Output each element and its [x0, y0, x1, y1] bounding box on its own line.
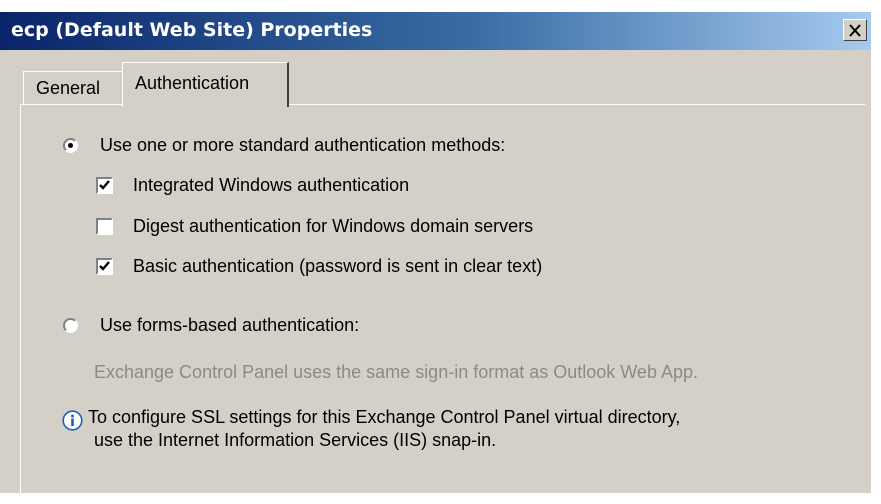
forms-note: Exchange Control Panel uses the same sig…	[94, 362, 698, 382]
title-bar[interactable]: ecp (Default Web Site) Properties	[0, 12, 871, 50]
close-button[interactable]	[843, 19, 867, 41]
info-text-line1: To configure SSL settings for this Excha…	[88, 407, 681, 427]
tab-authentication[interactable]: Authentication	[122, 62, 289, 107]
tab-general[interactable]: General	[23, 71, 124, 105]
integrated-windows-label: Integrated Windows authentication	[133, 175, 410, 195]
radio-selected-dot	[68, 143, 73, 148]
properties-dialog: ecp (Default Web Site) Properties Genera…	[0, 0, 881, 504]
basic-auth-checkbox[interactable]	[96, 258, 113, 275]
basic-auth-label: Basic authentication (password is sent i…	[133, 256, 543, 276]
tab-general-label: General	[36, 78, 101, 98]
info-text-line2: use the Internet Information Services (I…	[94, 430, 497, 450]
forms-based-radio[interactable]	[63, 318, 78, 333]
standard-methods-label: Use one or more standard authentication …	[100, 135, 506, 155]
frame-top	[0, 0, 881, 12]
frame-right	[871, 0, 881, 493]
integrated-windows-checkbox[interactable]	[96, 177, 113, 194]
checkmark-icon	[99, 180, 110, 190]
forms-based-label: Use forms-based authentication:	[100, 315, 360, 335]
checkmark-icon	[99, 261, 110, 271]
tab-authentication-label: Authentication	[135, 73, 250, 93]
standard-methods-radio[interactable]	[63, 138, 78, 153]
digest-auth-checkbox[interactable]	[96, 218, 113, 235]
close-icon	[849, 23, 861, 37]
digest-auth-label: Digest authentication for Windows domain…	[133, 216, 534, 236]
info-icon	[62, 410, 83, 431]
window-title: ecp (Default Web Site) Properties	[11, 19, 373, 41]
